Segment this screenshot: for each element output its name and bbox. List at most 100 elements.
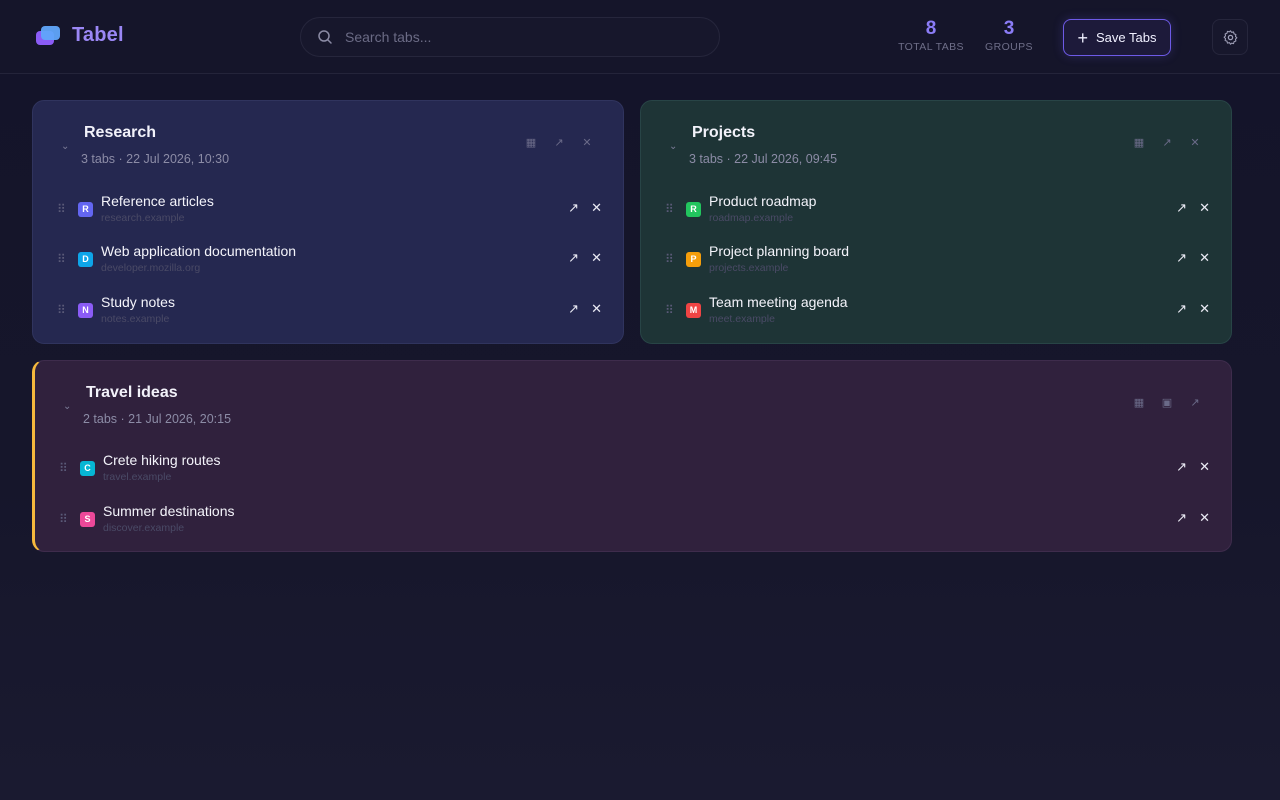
group-actions: ▦ ↗ ✕ <box>525 136 593 149</box>
favicon: R <box>78 202 93 217</box>
group-title[interactable]: Research <box>84 124 156 142</box>
stat-total-tabs-value: 8 <box>925 18 937 39</box>
tab-url: roadmap.example <box>709 212 794 224</box>
tab-row[interactable]: ⠿ P Project planning board projects.exam… <box>641 237 1231 285</box>
favicon: D <box>78 252 93 267</box>
delete-group-icon[interactable]: ✕ <box>1189 136 1201 149</box>
group-card-projects: ⌄ Projects 3 tabs · 22 Jul 2026, 09:45 ▦… <box>640 100 1232 344</box>
tab-title[interactable]: Team meeting agenda <box>709 294 848 310</box>
search-icon <box>318 30 332 44</box>
close-tab-icon[interactable]: ✕ <box>591 200 602 216</box>
group-title[interactable]: Projects <box>692 124 755 142</box>
save-tabs-button[interactable]: + Save Tabs <box>1063 19 1171 56</box>
stat-total-tabs: 8 TOTAL TABS <box>898 18 964 54</box>
search-bar <box>300 17 720 57</box>
grid-icon[interactable]: ▦ <box>1133 396 1145 409</box>
app-name: Tabel <box>72 24 124 46</box>
app-header: Tabel 8 TOTAL TABS 3 GROUPS + Save Tabs <box>0 0 1280 74</box>
tab-url: notes.example <box>101 313 170 325</box>
drag-handle-icon[interactable]: ⠿ <box>59 512 68 526</box>
open-all-icon[interactable]: ↗ <box>1161 136 1173 149</box>
close-tab-icon[interactable]: ✕ <box>1199 250 1210 266</box>
tab-row[interactable]: ⠿ M Team meeting agenda meet.example ↗ ✕ <box>641 288 1231 336</box>
drag-handle-icon[interactable]: ⠿ <box>665 303 674 317</box>
drag-handle-icon[interactable]: ⠿ <box>59 461 68 475</box>
tab-row[interactable]: ⠿ D Web application documentation develo… <box>33 237 623 285</box>
tab-url: research.example <box>101 212 185 224</box>
group-header: ⌄ Research 3 tabs · 22 Jul 2026, 10:30 ▦… <box>33 101 623 181</box>
open-tab-icon[interactable]: ↗ <box>568 200 579 216</box>
brand[interactable]: Tabel <box>36 24 124 47</box>
close-tab-icon[interactable]: ✕ <box>1199 301 1210 317</box>
tab-url: travel.example <box>103 471 172 483</box>
plus-icon: + <box>1077 27 1089 48</box>
collapse-chevron-icon[interactable]: ⌄ <box>63 401 71 412</box>
drag-handle-icon[interactable]: ⠿ <box>57 202 66 216</box>
drag-handle-icon[interactable]: ⠿ <box>665 252 674 266</box>
tab-url: projects.example <box>709 262 789 274</box>
tab-title[interactable]: Summer destinations <box>103 503 235 519</box>
favicon: P <box>686 252 701 267</box>
group-meta: 2 tabs · 21 Jul 2026, 20:15 <box>83 412 232 426</box>
group-card-travel-ideas: ⌄ Travel ideas 2 tabs · 21 Jul 2026, 20:… <box>32 360 1232 552</box>
tab-title[interactable]: Study notes <box>101 294 175 310</box>
grid-icon[interactable]: ▦ <box>525 136 537 149</box>
settings-button[interactable] <box>1212 19 1248 55</box>
stat-groups-value: 3 <box>1003 18 1015 39</box>
tab-title[interactable]: Crete hiking routes <box>103 452 221 468</box>
open-tab-icon[interactable]: ↗ <box>1176 459 1187 475</box>
group-header: ⌄ Projects 3 tabs · 22 Jul 2026, 09:45 ▦… <box>641 101 1231 181</box>
open-all-icon[interactable]: ↗ <box>1189 396 1201 409</box>
tab-title[interactable]: Reference articles <box>101 193 214 209</box>
favicon: S <box>80 512 95 527</box>
tab-row[interactable]: ⠿ R Reference articles research.example … <box>33 187 623 235</box>
tab-row[interactable]: ⠿ S Summer destinations discover.example… <box>35 497 1231 545</box>
logo-icon <box>36 25 62 47</box>
group-meta: 3 tabs · 22 Jul 2026, 09:45 <box>689 152 838 166</box>
open-tab-icon[interactable]: ↗ <box>1176 301 1187 317</box>
search-input[interactable] <box>345 29 685 45</box>
tab-url: developer.mozilla.org <box>101 262 201 274</box>
open-tab-icon[interactable]: ↗ <box>1176 250 1187 266</box>
close-tab-icon[interactable]: ✕ <box>1199 510 1210 526</box>
tab-url: discover.example <box>103 522 185 534</box>
stat-groups-label: GROUPS <box>985 41 1033 53</box>
open-all-icon[interactable]: ↗ <box>553 136 565 149</box>
open-tab-icon[interactable]: ↗ <box>1176 200 1187 216</box>
favicon: N <box>78 303 93 318</box>
grid-icon[interactable]: ▦ <box>1133 136 1145 149</box>
group-title[interactable]: Travel ideas <box>86 384 178 402</box>
close-tab-icon[interactable]: ✕ <box>591 301 602 317</box>
favicon: M <box>686 303 701 318</box>
group-card-research: ⌄ Research 3 tabs · 22 Jul 2026, 10:30 ▦… <box>32 100 624 344</box>
delete-group-icon[interactable]: ✕ <box>581 136 593 149</box>
collapse-chevron-icon[interactable]: ⌄ <box>669 141 677 152</box>
gear-icon <box>1223 29 1237 45</box>
collapse-chevron-icon[interactable]: ⌄ <box>61 141 69 152</box>
drag-handle-icon[interactable]: ⠿ <box>57 303 66 317</box>
tab-title[interactable]: Project planning board <box>709 243 849 259</box>
group-actions: ▦ ↗ ✕ <box>1133 136 1201 149</box>
close-tab-icon[interactable]: ✕ <box>1199 200 1210 216</box>
tab-row[interactable]: ⠿ C Crete hiking routes travel.example ↗… <box>35 446 1231 494</box>
group-actions: ▦ ▣ ↗ <box>1133 396 1201 409</box>
open-tab-icon[interactable]: ↗ <box>568 250 579 266</box>
tab-title[interactable]: Product roadmap <box>709 193 816 209</box>
stat-groups: 3 GROUPS <box>984 18 1034 54</box>
close-tab-icon[interactable]: ✕ <box>1199 459 1210 475</box>
favicon: C <box>80 461 95 476</box>
open-tab-icon[interactable]: ↗ <box>1176 510 1187 526</box>
tab-url: meet.example <box>709 313 775 325</box>
tab-row[interactable]: ⠿ R Product roadmap roadmap.example ↗ ✕ <box>641 187 1231 235</box>
open-tab-icon[interactable]: ↗ <box>568 301 579 317</box>
select-icon[interactable]: ▣ <box>1161 396 1173 409</box>
favicon: R <box>686 202 701 217</box>
drag-handle-icon[interactable]: ⠿ <box>57 252 66 266</box>
drag-handle-icon[interactable]: ⠿ <box>665 202 674 216</box>
group-header: ⌄ Travel ideas 2 tabs · 21 Jul 2026, 20:… <box>35 361 1231 441</box>
save-tabs-label: Save Tabs <box>1096 30 1157 45</box>
group-meta: 3 tabs · 22 Jul 2026, 10:30 <box>81 152 230 166</box>
tab-row[interactable]: ⠿ N Study notes notes.example ↗ ✕ <box>33 288 623 336</box>
tab-title[interactable]: Web application documentation <box>101 243 296 259</box>
close-tab-icon[interactable]: ✕ <box>591 250 602 266</box>
